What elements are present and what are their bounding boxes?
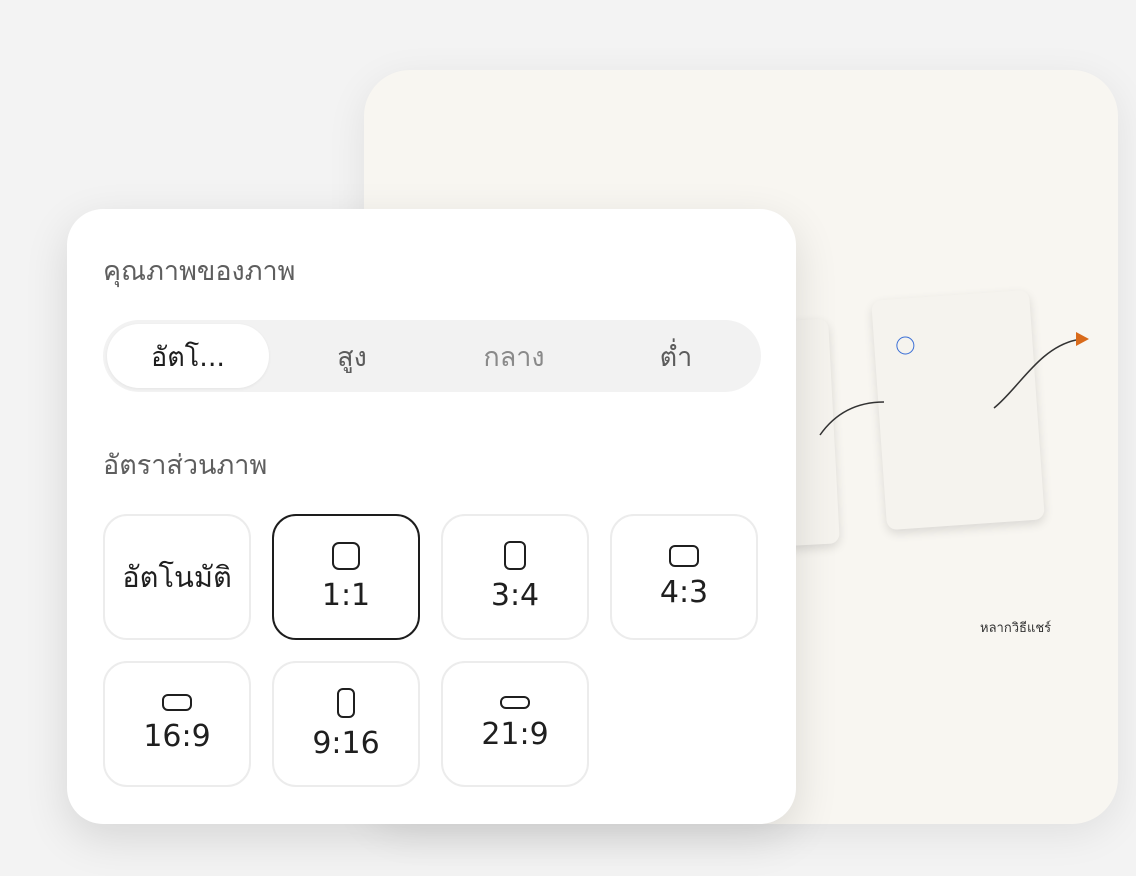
landscape-21-9-icon xyxy=(500,696,530,709)
aspect-option-21-9[interactable]: 21:9 xyxy=(441,661,589,787)
aspect-option-label: 21:9 xyxy=(481,717,549,752)
quality-title: คุณภาพของภาพ xyxy=(103,256,296,287)
aspect-option-label: 4:3 xyxy=(659,574,709,610)
portrait-9-16-icon xyxy=(337,687,355,718)
aspect-ratio-title: อัตราส่วนภาพ xyxy=(103,450,268,481)
quality-option-low[interactable]: ต่ำ xyxy=(595,324,757,388)
image-settings-panel: คุณภาพของภาพ อัตโ... สูง กลาง ต่ำ อัตราส… xyxy=(67,209,796,824)
aspect-option-4-3[interactable]: 4:3 xyxy=(610,514,758,640)
preview-caption: หลากวิธีแชร์ xyxy=(980,621,1052,636)
aspect-option-label: อัตโนมัติ xyxy=(122,560,232,594)
portrait-3-4-icon xyxy=(504,541,526,570)
aspect-option-9-16[interactable]: 9:16 xyxy=(272,661,420,787)
quality-option-auto[interactable]: อัตโ... xyxy=(107,324,269,388)
quality-option-high[interactable]: สูง xyxy=(271,324,433,388)
aspect-option-label: 3:4 xyxy=(490,578,540,613)
aspect-option-1-1[interactable]: 1:1 xyxy=(272,514,420,640)
quality-option-medium[interactable]: กลาง xyxy=(433,324,595,388)
arrowhead-icon xyxy=(1076,332,1089,346)
aspect-option-label: 1:1 xyxy=(321,577,371,613)
aspect-option-auto[interactable]: อัตโนมัติ xyxy=(103,514,251,640)
quality-segmented-control: อัตโ... สูง กลาง ต่ำ xyxy=(103,320,761,392)
aspect-option-label: 16:9 xyxy=(143,719,211,754)
aspect-option-3-4[interactable]: 3:4 xyxy=(441,514,589,640)
aspect-option-16-9[interactable]: 16:9 xyxy=(103,661,251,787)
landscape-16-9-icon xyxy=(162,694,192,711)
landscape-4-3-icon xyxy=(669,544,699,567)
aspect-option-label: 9:16 xyxy=(312,725,380,761)
square-icon xyxy=(332,541,360,570)
